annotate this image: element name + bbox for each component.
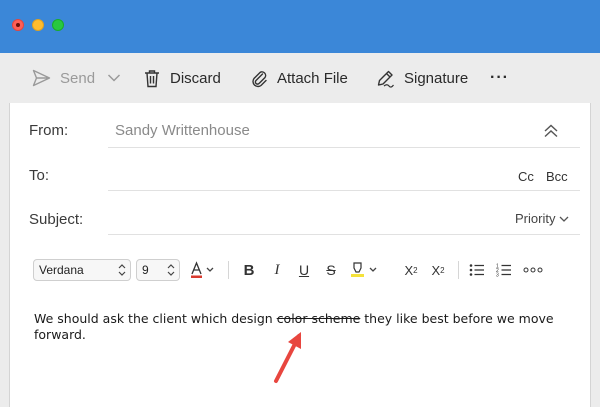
message-text-before: We should ask the client which design <box>34 311 277 326</box>
cc-button[interactable]: Cc <box>518 169 534 184</box>
struck-text: color scheme <box>276 311 361 326</box>
attach-file-button[interactable]: Attach File <box>251 53 348 103</box>
strikethrough-button[interactable]: S <box>320 257 342 283</box>
priority-label: Priority <box>515 211 556 226</box>
send-icon <box>32 69 51 87</box>
discard-label: Discard <box>170 69 221 87</box>
numbered-list-button[interactable]: 1 2 3 <box>493 257 515 283</box>
subject-field[interactable] <box>108 203 498 231</box>
highlight-button[interactable] <box>347 257 395 283</box>
toolbar: Send Discard Attach File Signature ··· <box>0 53 600 103</box>
attach-file-label: Attach File <box>277 69 348 87</box>
svg-text:3: 3 <box>496 273 499 278</box>
underline-button[interactable]: U <box>293 257 315 283</box>
subscript-button[interactable]: X2 <box>426 257 450 283</box>
italic-button[interactable]: I <box>266 257 288 283</box>
separator <box>458 261 459 279</box>
bulleted-list-button[interactable] <box>466 257 488 283</box>
bold-button[interactable]: B <box>238 257 260 283</box>
font-size-select[interactable]: 9 <box>136 259 180 281</box>
signature-icon <box>377 70 394 88</box>
bcc-button[interactable]: Bcc <box>546 169 568 184</box>
font-family-value: Verdana <box>39 263 84 277</box>
font-size-value: 9 <box>142 263 149 277</box>
text-color-button[interactable] <box>187 257 219 283</box>
from-label: From: <box>29 122 69 139</box>
stepper-icon <box>167 264 175 276</box>
subject-label: Subject: <box>29 211 84 228</box>
bulleted-list-icon <box>469 264 484 276</box>
discard-button[interactable]: Discard <box>143 53 221 103</box>
stepper-icon <box>118 264 126 276</box>
separator <box>228 261 229 279</box>
send-options-dropdown[interactable] <box>107 53 121 103</box>
highlighter-icon <box>351 262 377 277</box>
more-dots-icon <box>523 267 543 273</box>
annotation-arrow-icon <box>274 332 301 383</box>
send-label: Send <box>60 69 96 87</box>
close-window-button[interactable] <box>12 19 24 31</box>
more-button[interactable]: ··· <box>490 53 509 103</box>
compose-panel: From: Sandy Writtenhouse To: Cc Bcc Subj… <box>9 103 591 407</box>
paperclip-icon <box>252 70 267 87</box>
trash-icon <box>145 69 159 87</box>
from-divider <box>108 147 580 148</box>
priority-dropdown[interactable]: Priority <box>515 211 569 226</box>
signature-button[interactable]: Signature <box>376 53 468 103</box>
from-field[interactable]: Sandy Writtenhouse <box>115 122 250 139</box>
send-button[interactable]: Send <box>32 53 95 103</box>
more-format-button[interactable] <box>520 257 546 283</box>
to-field[interactable] <box>108 160 508 188</box>
more-label: ··· <box>490 69 509 86</box>
subject-divider <box>108 234 580 235</box>
numbered-list-icon: 1 2 3 <box>496 264 511 278</box>
format-bar: Verdana 9 B I U S X 2 X 2 1 2 3 <box>29 257 574 283</box>
zoom-window-button[interactable] <box>52 19 64 31</box>
to-divider <box>108 190 580 191</box>
to-label: To: <box>29 167 50 184</box>
minimize-window-button[interactable] <box>32 19 44 31</box>
font-family-select[interactable]: Verdana <box>33 259 131 281</box>
title-bar <box>0 0 600 53</box>
superscript-button[interactable]: X2 <box>399 257 423 283</box>
text-color-icon <box>191 261 214 278</box>
signature-label: Signature <box>404 69 469 87</box>
chevron-down-icon <box>559 216 569 222</box>
chevron-down-icon <box>107 74 121 82</box>
collapse-header-icon[interactable] <box>543 124 559 138</box>
